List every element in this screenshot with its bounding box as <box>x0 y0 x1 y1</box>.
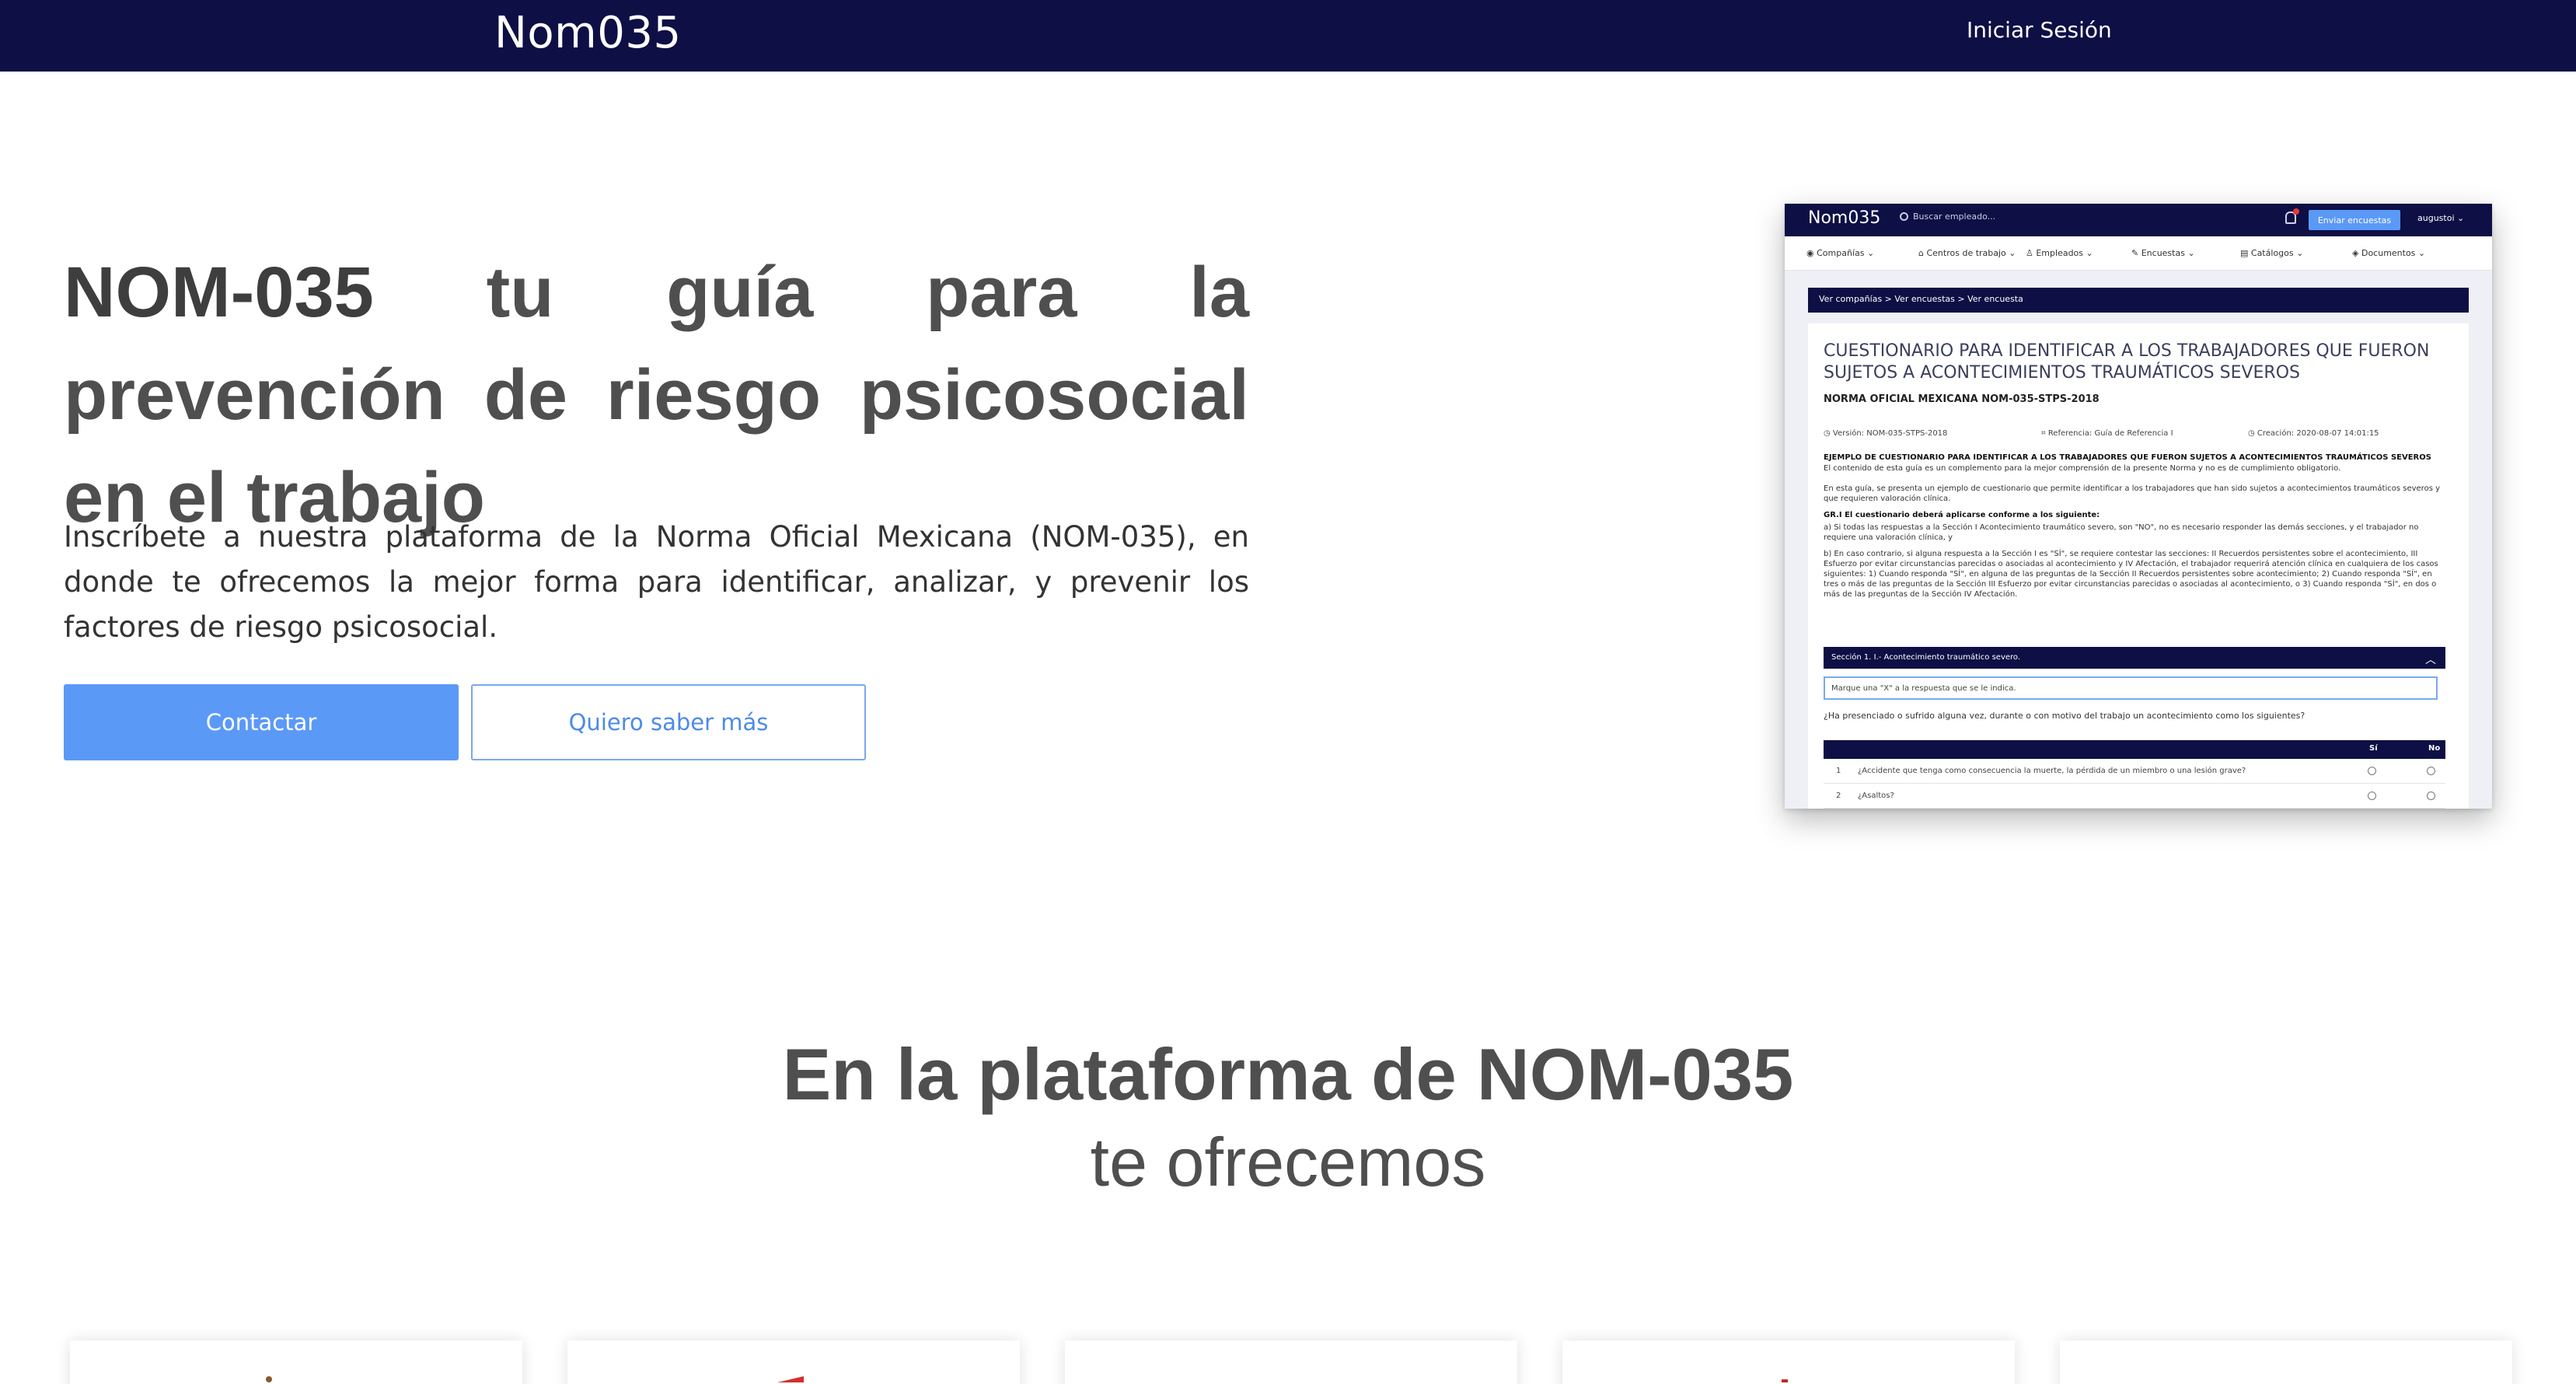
learn-more-button[interactable]: Quiero saber más <box>471 684 866 760</box>
app-preview-screenshot: Nom035 Buscar empleado... Enviar encuest… <box>1785 204 2492 809</box>
feature-card <box>2060 1340 2512 1384</box>
preview-menu-item: ⌂ Centros de trabajo ⌄ <box>1918 248 2016 258</box>
preview-menu-item: ◈ Documentos ⌄ <box>2352 248 2426 258</box>
preview-brand: Nom035 <box>1808 208 1881 228</box>
feature-icon <box>776 1373 804 1384</box>
preview-instruction-field: Marque una "X" a la respuesta que se le … <box>1824 676 2438 700</box>
preview-reference: ⌗ Referencia: Guía de Referencia I <box>2041 429 2173 438</box>
preview-user-menu: augustoi ⌄ <box>2417 213 2465 223</box>
preview-card: CUESTIONARIO PARA IDENTIFICAR A LOS TRAB… <box>1808 323 2469 809</box>
hero-title-bold: NOM-035 <box>64 253 374 332</box>
preview-breadcrumb: Ver compañías > Ver encuestas > Ver encu… <box>1808 288 2469 313</box>
preview-question: ¿Ha presenciado o sufrido alguna vez, du… <box>1824 711 2305 721</box>
preview-paragraph: En esta guía, se presenta un ejemplo de … <box>1824 484 2441 503</box>
hero-description: Inscríbete a nuestra plataforma de la No… <box>64 520 1249 644</box>
notification-dot <box>2293 208 2299 215</box>
radio-yes <box>2368 792 2376 800</box>
radio-no <box>2427 767 2435 775</box>
preview-norm: NORMA OFICIAL MEXICANA NOM-035-STPS-2018 <box>1824 393 2100 405</box>
preview-table-header: Sí No <box>1824 740 2445 759</box>
preview-questionnaire-title: CUESTIONARIO PARA IDENTIFICAR A LOS TRAB… <box>1824 341 2430 383</box>
preview-body: Ver compañías > Ver encuestas > Ver encu… <box>1785 271 2492 809</box>
preview-search-placeholder: Buscar empleado... <box>1913 211 1996 222</box>
feature-card <box>1562 1340 2015 1384</box>
preview-paragraph-heading: GR.I El cuestionario deberá aplicarse co… <box>1824 511 2100 519</box>
brand-logo[interactable]: Nom035 <box>494 8 682 58</box>
preview-section-header: Sección 1. I.- Acontecimiento traumático… <box>1824 647 2445 669</box>
preview-send-button: Enviar encuestas <box>2309 210 2400 230</box>
search-icon <box>1900 212 1908 221</box>
preview-paragraph: El contenido de esta guía es un compleme… <box>1824 464 2341 473</box>
feature-card <box>567 1340 1020 1384</box>
radio-yes <box>2368 767 2376 775</box>
preview-menu: ◉ Compañías ⌄ ⌂ Centros de trabajo ⌄ ♙ E… <box>1785 236 2492 271</box>
preview-user: augustoi <box>2417 213 2455 223</box>
radio-no <box>2427 792 2435 800</box>
features-subtitle: te ofrecemos <box>1090 1124 1486 1201</box>
feature-icon <box>1777 1373 1792 1384</box>
chevron-up-icon: ︿ <box>2425 654 2436 666</box>
preview-menu-item: ✎ Encuestas ⌄ <box>2131 248 2195 258</box>
hero-title: NOM-035 tu guía para la prevención de ri… <box>64 241 1249 549</box>
preview-menu-item: ▤ Catálogos ⌄ <box>2240 248 2304 258</box>
column-no: No <box>2428 744 2441 753</box>
preview-search: Buscar empleado... <box>1900 211 1995 222</box>
top-navbar: Nom035 Iniciar Sesión <box>0 0 2576 72</box>
preview-menu-item: ◉ Compañías ⌄ <box>1806 248 1875 258</box>
preview-created: ◷ Creación: 2020-08-07 14:01:15 <box>2248 429 2379 438</box>
feature-card <box>1065 1340 1517 1384</box>
preview-menu-item: ♙ Empleados ⌄ <box>2026 248 2093 258</box>
table-row: 1 ¿Accidente que tenga como consecuencia… <box>1824 759 2445 784</box>
table-row: 2 ¿Asaltos? <box>1824 784 2445 809</box>
preview-version: ◷ Versión: NOM-035-STPS-2018 <box>1824 429 1948 438</box>
preview-paragraph: b) En caso contrario, si alguna respuest… <box>1824 550 2438 599</box>
login-link[interactable]: Iniciar Sesión <box>1967 17 2112 43</box>
contact-button[interactable]: Contactar <box>64 684 459 760</box>
feature-card <box>70 1340 522 1384</box>
features-title: En la plataforma de NOM-035 <box>782 1033 1794 1115</box>
preview-paragraph: a) Si todas las respuestas a la Sección … <box>1824 523 2419 542</box>
preview-example-heading: EJEMPLO DE CUESTIONARIO PARA IDENTIFICAR… <box>1824 453 2431 462</box>
preview-navbar: Nom035 Buscar empleado... Enviar encuest… <box>1785 204 2492 236</box>
feature-icon <box>261 1373 277 1384</box>
column-yes: Sí <box>2369 744 2378 753</box>
